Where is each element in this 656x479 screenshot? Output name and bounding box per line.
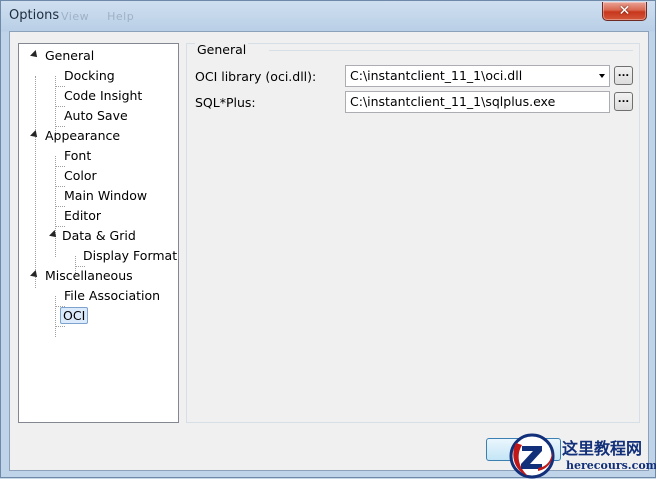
site-watermark: 这里教程网 herecours.com <box>508 433 656 479</box>
tree-item-display-format[interactable]: Display Format <box>81 246 178 266</box>
tree-item-editor[interactable]: Editor <box>62 206 103 226</box>
sqlplus-label: SQL*Plus: <box>195 95 256 110</box>
tree-item-label: Code Insight <box>64 88 143 103</box>
chevron-down-icon[interactable] <box>599 74 605 78</box>
tree-item-oci[interactable]: OCI <box>60 306 89 326</box>
tree-item-data-grid[interactable]: Data & Grid <box>49 226 138 246</box>
tree-item-label: Data & Grid <box>62 228 136 243</box>
ghost-menu-help: Help <box>107 10 135 23</box>
tree-item-label: File Association <box>64 288 161 303</box>
title-bar[interactable]: Options View Help ✕ <box>1 1 655 31</box>
collapse-arrow-icon[interactable] <box>30 270 40 280</box>
group-title: General <box>195 42 249 57</box>
tree-item-label: Color <box>64 168 97 183</box>
tree-item-color[interactable]: Color <box>62 166 99 186</box>
tree-item-label: Miscellaneous <box>45 268 133 283</box>
tree-line <box>55 326 65 327</box>
tree-line <box>55 296 56 337</box>
browse-oci-button[interactable]: ... <box>614 66 633 85</box>
group-divider <box>269 50 633 51</box>
tree-item-label: Docking <box>64 68 115 83</box>
sqlplus-field[interactable]: C:\instantclient_11_1\sqlplus.exe <box>345 91 610 113</box>
tree-item-miscellaneous[interactable]: Miscellaneous <box>30 266 135 286</box>
oci-library-label: OCI library (oci.dll): <box>195 69 317 84</box>
window-title: Options <box>9 8 60 23</box>
tree-item-main-window[interactable]: Main Window <box>62 186 149 206</box>
tree-item-label: OCI <box>60 307 89 324</box>
tree-item-label: General <box>45 48 95 63</box>
options-dialog: Options View Help ✕ General Docking Code… <box>0 0 656 479</box>
tree-item-code-insight[interactable]: Code Insight <box>62 86 144 106</box>
tree-item-auto-save[interactable]: Auto Save <box>62 106 130 126</box>
collapse-arrow-icon[interactable] <box>49 230 59 240</box>
collapse-arrow-icon[interactable] <box>30 50 40 60</box>
sqlplus-value: C:\instantclient_11_1\sqlplus.exe <box>350 94 556 109</box>
tree-item-general[interactable]: General <box>30 46 96 66</box>
oci-library-value: C:\instantclient_11_1\oci.dll <box>350 68 523 83</box>
oci-library-combo[interactable]: C:\instantclient_11_1\oci.dll <box>345 65 610 87</box>
settings-panel: General OCI library (oci.dll): C:\instan… <box>186 42 640 423</box>
options-tree[interactable]: General Docking Code Insight Auto Save A… <box>18 43 179 423</box>
background-menu: View Help <box>61 10 148 23</box>
close-icon: ✕ <box>618 3 631 19</box>
browse-sqlplus-button[interactable]: ... <box>614 92 633 111</box>
collapse-arrow-icon[interactable] <box>30 130 40 140</box>
tree-item-label: Main Window <box>64 188 148 203</box>
watermark-logo-icon <box>509 433 555 479</box>
tree-item-font[interactable]: Font <box>62 146 93 166</box>
tree-item-label: Appearance <box>45 128 121 143</box>
watermark-title: 这里教程网 <box>562 439 643 458</box>
dialog-client-area: General Docking Code Insight Auto Save A… <box>9 31 649 471</box>
tree-item-docking[interactable]: Docking <box>62 66 117 86</box>
watermark-url: herecours.com <box>566 459 656 472</box>
tree-item-label: Auto Save <box>64 108 128 123</box>
tree-line <box>35 76 36 288</box>
tree-item-label: Editor <box>64 208 101 223</box>
tree-item-label: Font <box>64 148 92 163</box>
close-button[interactable]: ✕ <box>602 2 647 21</box>
tree-item-appearance[interactable]: Appearance <box>30 126 122 146</box>
tree-item-label: Display Format <box>83 248 178 263</box>
ghost-menu-view: View <box>61 10 90 23</box>
tree-item-file-association[interactable]: File Association <box>62 286 162 306</box>
